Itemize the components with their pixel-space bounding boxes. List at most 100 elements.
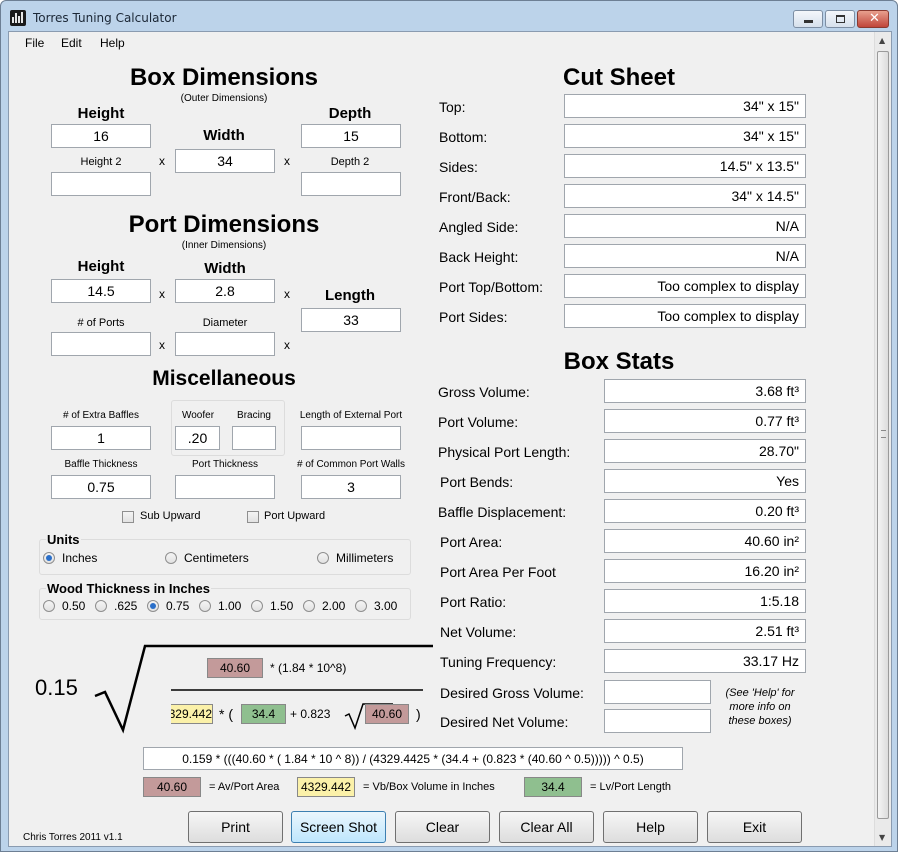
exit-button[interactable]: Exit — [707, 811, 802, 843]
ports-count-label: # of Ports — [77, 317, 125, 329]
stat-port-ratio-value: 1:5.18 — [604, 589, 806, 613]
title-bar: Torres Tuning Calculator ✕ — [1, 1, 897, 31]
formula-numerator-text: * (1.84 * 10^8) — [270, 661, 347, 675]
box-depth2-input[interactable] — [301, 172, 401, 196]
box-height2-input[interactable] — [51, 172, 151, 196]
multiply-sign: x — [284, 287, 290, 301]
port-length-input[interactable]: 33 — [301, 308, 401, 332]
multiply-sign: x — [159, 287, 165, 301]
box-dimensions-subtitle: (Outer Dimensions) — [180, 93, 268, 104]
port-height-label: Height — [77, 258, 125, 275]
port-dimensions-subtitle: (Inner Dimensions) — [181, 240, 267, 251]
box-height-input[interactable]: 16 — [51, 124, 151, 148]
menu-edit[interactable]: Edit — [61, 36, 82, 50]
cut-angled-side-value: N/A — [564, 214, 806, 238]
wood-100-radio[interactable] — [199, 600, 211, 612]
stat-port-area-per-foot-value: 16.20 in² — [604, 559, 806, 583]
close-button[interactable]: ✕ — [857, 10, 889, 28]
wood-200-radio[interactable] — [303, 600, 315, 612]
formula-lv-value: 34.4 — [241, 704, 286, 724]
diameter-input[interactable] — [175, 332, 275, 356]
legend-av-label: = Av/Port Area — [209, 781, 280, 793]
menu-help[interactable]: Help — [100, 36, 125, 50]
formula-denominator-open: * ( — [219, 706, 233, 722]
external-port-input[interactable] — [301, 426, 401, 450]
minimize-button[interactable] — [793, 10, 823, 28]
clear-button[interactable]: Clear — [395, 811, 490, 843]
units-centimeters-radio[interactable] — [165, 552, 177, 564]
sub-upward-label: Sub Upward — [140, 510, 201, 522]
stat-gross-volume-label: Gross Volume: — [438, 384, 530, 400]
menu-file[interactable]: File — [25, 36, 44, 50]
scroll-up-icon[interactable]: ▲ — [879, 36, 885, 45]
port-thickness-label: Port Thickness — [192, 459, 258, 470]
wood-thickness-title: Wood Thickness in Inches — [46, 581, 212, 596]
units-inches-radio[interactable] — [43, 552, 55, 564]
stat-port-area-per-foot-label: Port Area Per Foot — [440, 564, 556, 580]
wood-200-label: 2.00 — [322, 599, 346, 613]
cut-back-height-label: Back Height: — [439, 249, 519, 265]
wood-300-radio[interactable] — [355, 600, 367, 612]
box-depth-input[interactable]: 15 — [301, 124, 401, 148]
wood-075-label: 0.75 — [166, 599, 190, 613]
formula-denominator-close: ) — [416, 706, 421, 722]
formula-vb-value: 329.442 — [171, 704, 213, 724]
port-width-input[interactable]: 2.8 — [175, 279, 275, 303]
stat-net-volume-value: 2.51 ft³ — [604, 619, 806, 643]
window-title: Torres Tuning Calculator — [33, 11, 177, 25]
vertical-scrollbar[interactable]: ▲ ▼ — [874, 32, 891, 846]
desired-gross-input[interactable] — [604, 680, 711, 704]
formula-coefficient: 0.15 — [35, 675, 78, 700]
cut-port-sides-value: Too complex to display — [564, 304, 806, 328]
stat-port-area-label: Port Area: — [440, 534, 503, 550]
port-thickness-input[interactable] — [175, 475, 275, 499]
desired-net-label: Desired Net Volume: — [440, 714, 569, 730]
cut-top-value: 34" x 15" — [564, 94, 806, 118]
cut-port-topbottom-label: Port Top/Bottom: — [439, 279, 544, 295]
port-height-input[interactable]: 14.5 — [51, 279, 151, 303]
multiply-sign: x — [284, 154, 290, 168]
bracing-input[interactable] — [232, 426, 276, 450]
extra-baffles-input[interactable]: 1 — [51, 426, 151, 450]
screen-shot-button[interactable]: Screen Shot — [291, 811, 386, 843]
multiply-sign: x — [159, 154, 165, 168]
wood-050-radio[interactable] — [43, 600, 55, 612]
sub-upward-checkbox[interactable] — [122, 511, 134, 523]
common-walls-input[interactable]: 3 — [301, 475, 401, 499]
extra-baffles-label: # of Extra Baffles — [63, 410, 139, 421]
ports-count-input[interactable] — [51, 332, 151, 356]
baffle-thickness-input[interactable]: 0.75 — [51, 475, 151, 499]
port-upward-checkbox[interactable] — [247, 511, 259, 523]
box-depth-label: Depth — [328, 105, 372, 122]
formula-av-value: 40.60 — [207, 658, 263, 678]
scroll-thumb[interactable] — [877, 51, 889, 819]
woofer-input[interactable]: .20 — [175, 426, 220, 450]
legend-lv-swatch: 34.4 — [524, 777, 582, 797]
box-stats-title: Box Stats — [563, 348, 675, 375]
stat-tuning-frequency-value: 33.17 Hz — [604, 649, 806, 673]
print-button[interactable]: Print — [188, 811, 283, 843]
cut-sides-label: Sides: — [439, 159, 478, 175]
stat-gross-volume-value: 3.68 ft³ — [604, 379, 806, 403]
help-button[interactable]: Help — [603, 811, 698, 843]
baffle-thickness-label: Baffle Thickness — [64, 459, 138, 470]
port-length-label: Length — [325, 287, 375, 304]
box-height2-label: Height 2 — [80, 156, 122, 168]
wood-100-label: 1.00 — [218, 599, 242, 613]
clear-all-button[interactable]: Clear All — [499, 811, 594, 843]
stat-port-bends-value: Yes — [604, 469, 806, 493]
desired-net-input[interactable] — [604, 709, 711, 733]
stat-port-area-value: 40.60 in² — [604, 529, 806, 553]
wood-0625-radio[interactable] — [95, 600, 107, 612]
desired-volume-note: (See 'Help' for more info on these boxes… — [725, 687, 795, 727]
box-width-input[interactable]: 34 — [175, 149, 275, 173]
units-millimeters-radio[interactable] — [317, 552, 329, 564]
close-icon: ✕ — [869, 11, 880, 26]
cut-frontback-label: Front/Back: — [439, 189, 511, 205]
wood-300-label: 3.00 — [374, 599, 398, 613]
wood-075-radio[interactable] — [147, 600, 159, 612]
formula-denominator-mid: + 0.823 — [290, 707, 331, 721]
wood-150-radio[interactable] — [251, 600, 263, 612]
scroll-down-icon[interactable]: ▼ — [879, 833, 885, 842]
maximize-button[interactable] — [825, 10, 855, 28]
